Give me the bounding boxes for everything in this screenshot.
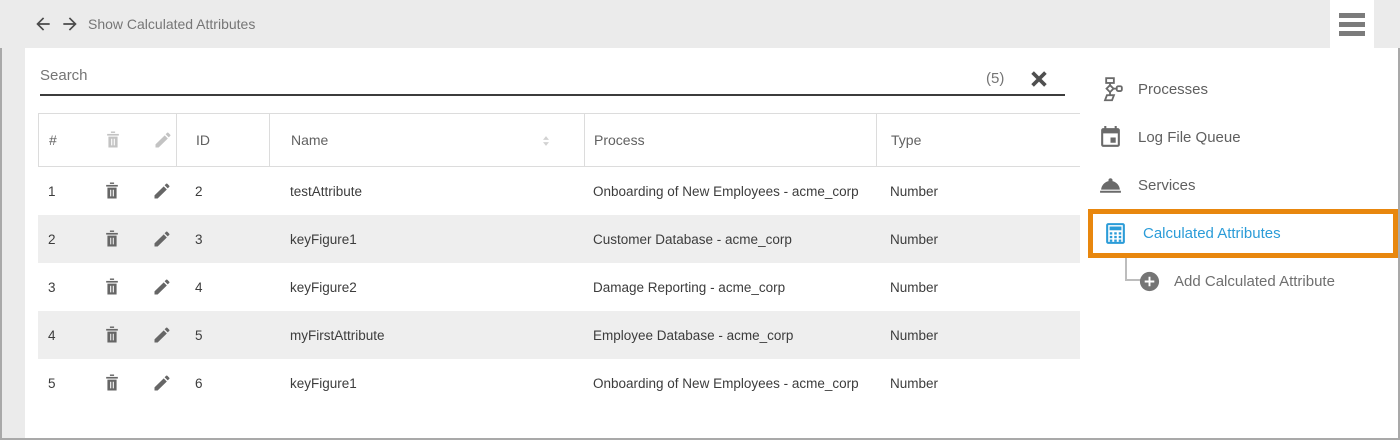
add-calculated-attribute-button[interactable]: Add Calculated Attribute [1138,270,1335,293]
trash-icon[interactable] [102,229,122,249]
result-count-badge: (5) [986,70,1004,87]
sidebar-item-log-file-queue[interactable]: Log File Queue [1098,125,1241,150]
cell-name: keyFigure1 [290,215,357,263]
sidebar-item-label: Processes [1138,81,1208,98]
row-index: 4 [48,311,56,359]
sidebar-item-services[interactable]: Services [1098,173,1196,198]
table-row: 1 2 testAttribute Onboarding of New Empl… [38,167,1080,215]
table-row: 5 6 keyFigure1 Onboarding of New Employe… [38,359,1080,407]
column-divider [269,114,270,166]
add-item-label: Add Calculated Attribute [1174,273,1335,290]
header-type: Type [891,114,921,166]
column-divider [176,114,177,166]
calculator-icon [1103,221,1128,246]
cell-id: 3 [195,215,203,263]
cell-type: Number [890,167,938,215]
column-divider [876,114,877,166]
table-row: 4 5 myFirstAttribute Employee Database -… [38,311,1080,359]
row-index: 2 [48,215,56,263]
header-process: Process [594,114,645,166]
back-arrow-icon[interactable] [33,14,53,34]
trash-icon [103,130,123,150]
hamburger-bar [1339,22,1365,27]
service-cloche-icon [1098,173,1123,198]
cell-id: 6 [195,359,203,407]
pencil-icon [153,130,173,150]
cell-id: 2 [195,167,203,215]
pencil-icon[interactable] [152,277,172,297]
sidebar-item-label: Log File Queue [1138,129,1241,146]
pencil-icon[interactable] [152,229,172,249]
table-body: 1 2 testAttribute Onboarding of New Empl… [38,167,1080,407]
add-plus-circle-icon [1138,270,1161,293]
sidebar-item-calculated-attributes-selected[interactable]: Calculated Attributes [1088,209,1398,258]
row-index: 1 [48,167,56,215]
calendar-event-icon [1098,125,1123,150]
table-row: 3 4 keyFigure2 Damage Reporting - acme_c… [38,263,1080,311]
table-row: 2 3 keyFigure1 Customer Database - acme_… [38,215,1080,263]
forward-arrow-icon[interactable] [60,14,80,34]
header-edit-column [153,114,173,166]
page-title: Show Calculated Attributes [88,0,255,48]
topbar: Show Calculated Attributes [0,0,1400,48]
row-index: 3 [48,263,56,311]
cell-process: Onboarding of New Employees - acme_corp [593,359,859,407]
trash-icon[interactable] [102,325,122,345]
hamburger-bar [1339,13,1365,18]
cell-type: Number [890,359,938,407]
trash-icon[interactable] [102,181,122,201]
cell-name: keyFigure1 [290,359,357,407]
header-name[interactable]: Name [291,114,328,166]
cell-process: Customer Database - acme_corp [593,215,792,263]
cell-process: Employee Database - acme_corp [593,311,793,359]
clear-search-icon[interactable] [1028,68,1050,90]
cell-process: Onboarding of New Employees - acme_corp [593,167,859,215]
sort-icon[interactable] [537,132,555,150]
cell-type: Number [890,311,938,359]
trash-icon[interactable] [102,373,122,393]
sidebar-item-label: Services [1138,177,1196,194]
row-index: 5 [48,359,56,407]
hamburger-bar [1339,31,1365,36]
cell-type: Number [890,263,938,311]
trash-icon[interactable] [102,277,122,297]
header-id: ID [196,114,210,166]
sidebar-item-label: Calculated Attributes [1143,225,1281,242]
cell-name: keyFigure2 [290,263,357,311]
cell-type: Number [890,215,938,263]
cell-process: Damage Reporting - acme_corp [593,263,785,311]
pencil-icon[interactable] [152,325,172,345]
header-index: # [49,114,57,166]
hamburger-menu-icon[interactable] [1330,0,1374,48]
cell-id: 4 [195,263,203,311]
pencil-icon[interactable] [152,181,172,201]
table-header-row: # ID Name Process Type [38,113,1080,167]
pencil-icon[interactable] [152,373,172,393]
sidebar-item-processes[interactable]: Processes [1098,77,1208,102]
cell-name: testAttribute [290,167,362,215]
cell-id: 5 [195,311,203,359]
column-divider [584,114,585,166]
app-window: Show Calculated Attributes (5) # [0,0,1400,440]
processes-flowchart-icon [1098,77,1123,102]
header-delete-column [103,114,123,166]
cell-name: myFirstAttribute [290,311,385,359]
search-input[interactable] [40,60,1065,96]
